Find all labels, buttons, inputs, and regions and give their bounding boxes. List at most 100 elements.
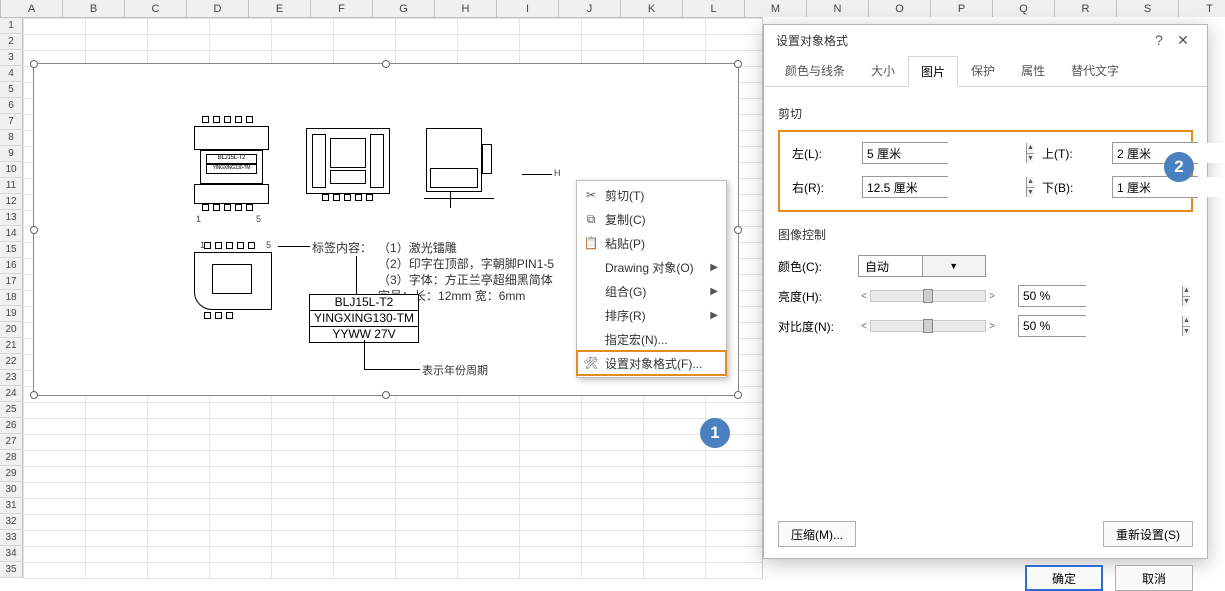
resize-handle[interactable] [734,391,742,399]
slider-inc-icon[interactable]: > [986,291,998,302]
chevron-down-icon[interactable]: ▼ [922,256,986,276]
crop-left-input[interactable]: ▲▼ [862,142,948,164]
row-header[interactable]: 3 [0,50,23,66]
slider-dec-icon[interactable]: < [858,291,870,302]
row-header[interactable]: 27 [0,434,23,450]
column-header[interactable]: I [497,0,559,17]
column-header[interactable]: E [249,0,311,17]
row-header[interactable]: 30 [0,482,23,498]
resize-handle[interactable] [734,226,742,234]
row-header[interactable]: 32 [0,514,23,530]
column-header[interactable]: D [187,0,249,17]
slider-inc-icon[interactable]: > [986,321,998,332]
dialog-tab[interactable]: 保护 [958,55,1008,86]
spin-down-icon[interactable]: ▼ [1026,188,1034,198]
slider-dec-icon[interactable]: < [858,321,870,332]
brightness-slider[interactable]: < > [858,288,998,304]
dialog-tab[interactable]: 替代文字 [1058,55,1132,86]
column-header[interactable]: L [683,0,745,17]
column-header[interactable]: G [373,0,435,17]
reset-button[interactable]: 重新设置(S) [1103,521,1193,547]
row-header[interactable]: 21 [0,338,23,354]
column-header[interactable]: J [559,0,621,17]
row-header[interactable]: 18 [0,290,23,306]
help-button[interactable]: ? [1147,32,1171,48]
column-header[interactable]: P [931,0,993,17]
dialog-tab[interactable]: 大小 [858,55,908,86]
dialog-tab[interactable]: 属性 [1008,55,1058,86]
slider-thumb[interactable] [923,319,933,333]
spin-up-icon[interactable]: ▲ [1026,177,1034,188]
column-header[interactable]: A [1,0,63,17]
spin-up-icon[interactable]: ▲ [1182,286,1190,297]
row-header[interactable]: 6 [0,98,23,114]
row-header[interactable]: 9 [0,146,23,162]
crop-right-input[interactable]: ▲▼ [862,176,948,198]
contrast-input[interactable]: ▲▼ [1018,315,1086,337]
close-button[interactable]: ✕ [1171,32,1195,49]
column-header[interactable]: R [1055,0,1117,17]
column-header[interactable]: T [1179,0,1225,17]
row-header[interactable]: 20 [0,322,23,338]
row-header[interactable]: 19 [0,306,23,322]
row-header[interactable]: 25 [0,402,23,418]
row-header[interactable]: 26 [0,418,23,434]
context-menu-item[interactable]: 📋粘贴(P) [577,231,726,255]
column-header[interactable]: B [63,0,125,17]
row-header[interactable]: 5 [0,82,23,98]
resize-handle[interactable] [382,60,390,68]
slider-thumb[interactable] [923,289,933,303]
context-menu-item[interactable]: ⧉复制(C) [577,207,726,231]
row-header[interactable]: 28 [0,450,23,466]
column-header[interactable]: Q [993,0,1055,17]
row-header[interactable]: 10 [0,162,23,178]
row-header[interactable]: 15 [0,242,23,258]
row-header[interactable]: 22 [0,354,23,370]
spin-up-icon[interactable]: ▲ [1182,316,1190,327]
context-menu-item[interactable]: Drawing 对象(O)▶ [577,255,726,279]
column-header[interactable]: O [869,0,931,17]
resize-handle[interactable] [30,60,38,68]
column-header[interactable]: N [807,0,869,17]
compress-button[interactable]: 压缩(M)... [778,521,856,547]
row-header[interactable]: 4 [0,66,23,82]
dialog-tab[interactable]: 图片 [908,56,958,87]
row-header[interactable]: 35 [0,562,23,578]
row-header[interactable]: 13 [0,210,23,226]
context-menu-item[interactable]: 指定宏(N)... [577,327,726,351]
spin-down-icon[interactable]: ▼ [1026,154,1034,164]
context-menu-item[interactable]: 组合(G)▶ [577,279,726,303]
resize-handle[interactable] [382,391,390,399]
cancel-button[interactable]: 取消 [1115,565,1193,591]
resize-handle[interactable] [734,60,742,68]
column-header[interactable]: M [745,0,807,17]
column-header[interactable]: K [621,0,683,17]
dialog-titlebar[interactable]: 设置对象格式 ? ✕ [764,25,1207,55]
row-header[interactable]: 7 [0,114,23,130]
contrast-slider[interactable]: < > [858,318,998,334]
resize-handle[interactable] [30,226,38,234]
spin-down-icon[interactable]: ▼ [1182,327,1190,337]
color-select[interactable]: 自动▼ [858,255,986,277]
row-header[interactable]: 1 [0,18,23,34]
row-header[interactable]: 29 [0,466,23,482]
column-header[interactable]: S [1117,0,1179,17]
row-header[interactable]: 23 [0,370,23,386]
spin-up-icon[interactable]: ▲ [1026,143,1034,154]
column-header[interactable]: C [125,0,187,17]
column-header[interactable]: H [435,0,497,17]
row-header[interactable]: 31 [0,498,23,514]
row-header[interactable]: 24 [0,386,23,402]
row-header[interactable]: 14 [0,226,23,242]
row-header[interactable]: 11 [0,178,23,194]
resize-handle[interactable] [30,391,38,399]
spin-down-icon[interactable]: ▼ [1182,297,1190,307]
context-menu-item[interactable]: 🛠设置对象格式(F)... [577,351,726,375]
row-header[interactable]: 34 [0,546,23,562]
context-menu-item[interactable]: 排序(R)▶ [577,303,726,327]
dialog-tab[interactable]: 颜色与线条 [772,55,858,86]
row-header[interactable]: 33 [0,530,23,546]
row-header[interactable]: 16 [0,258,23,274]
row-header[interactable]: 2 [0,34,23,50]
context-menu-item[interactable]: ✂剪切(T) [577,183,726,207]
